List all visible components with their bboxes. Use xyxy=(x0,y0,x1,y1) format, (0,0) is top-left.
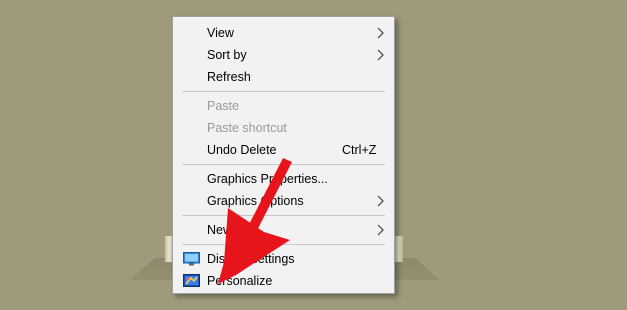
menu-item-label: Graphics Options xyxy=(207,194,304,208)
chevron-right-icon xyxy=(377,224,384,236)
personalize-icon xyxy=(183,274,200,287)
desk-post-right xyxy=(394,236,403,262)
menu-separator xyxy=(182,215,385,216)
menu-item-label: Paste xyxy=(207,99,239,113)
menu-item-label: Display settings xyxy=(207,252,295,266)
menu-item-paste: Paste xyxy=(173,95,394,117)
menu-item-label: Sort by xyxy=(207,48,247,62)
menu-item-undo-delete[interactable]: Undo Delete Ctrl+Z xyxy=(173,139,394,161)
menu-item-label: Personalize xyxy=(207,274,273,288)
menu-item-graphics-properties[interactable]: Graphics Properties... xyxy=(173,168,394,190)
menu-item-label: Paste shortcut xyxy=(207,121,287,135)
menu-item-sort-by[interactable]: Sort by xyxy=(173,44,394,66)
context-menu: View Sort by Refresh Paste Paste shortcu… xyxy=(172,16,395,294)
menu-item-personalize[interactable]: Personalize xyxy=(173,270,394,292)
chevron-right-icon xyxy=(377,195,384,207)
menu-item-refresh[interactable]: Refresh xyxy=(173,66,394,88)
menu-item-view[interactable]: View xyxy=(173,22,394,44)
menu-separator xyxy=(182,91,385,92)
menu-item-label: New xyxy=(207,223,233,237)
chevron-right-icon xyxy=(377,49,384,61)
menu-item-graphics-options[interactable]: Graphics Options xyxy=(173,190,394,212)
menu-item-display-settings[interactable]: Display settings xyxy=(173,248,394,270)
chevron-right-icon xyxy=(377,27,384,39)
menu-item-label: Undo Delete xyxy=(207,143,277,157)
menu-separator xyxy=(182,164,385,165)
menu-item-label: Graphics Properties... xyxy=(207,172,328,186)
menu-item-label: Refresh xyxy=(207,70,251,84)
menu-item-label: View xyxy=(207,26,234,40)
menu-separator xyxy=(182,244,385,245)
display-settings-icon xyxy=(183,252,200,266)
menu-item-shortcut: Ctrl+Z xyxy=(342,143,377,157)
menu-item-new[interactable]: New xyxy=(173,219,394,241)
menu-item-paste-shortcut: Paste shortcut xyxy=(173,117,394,139)
